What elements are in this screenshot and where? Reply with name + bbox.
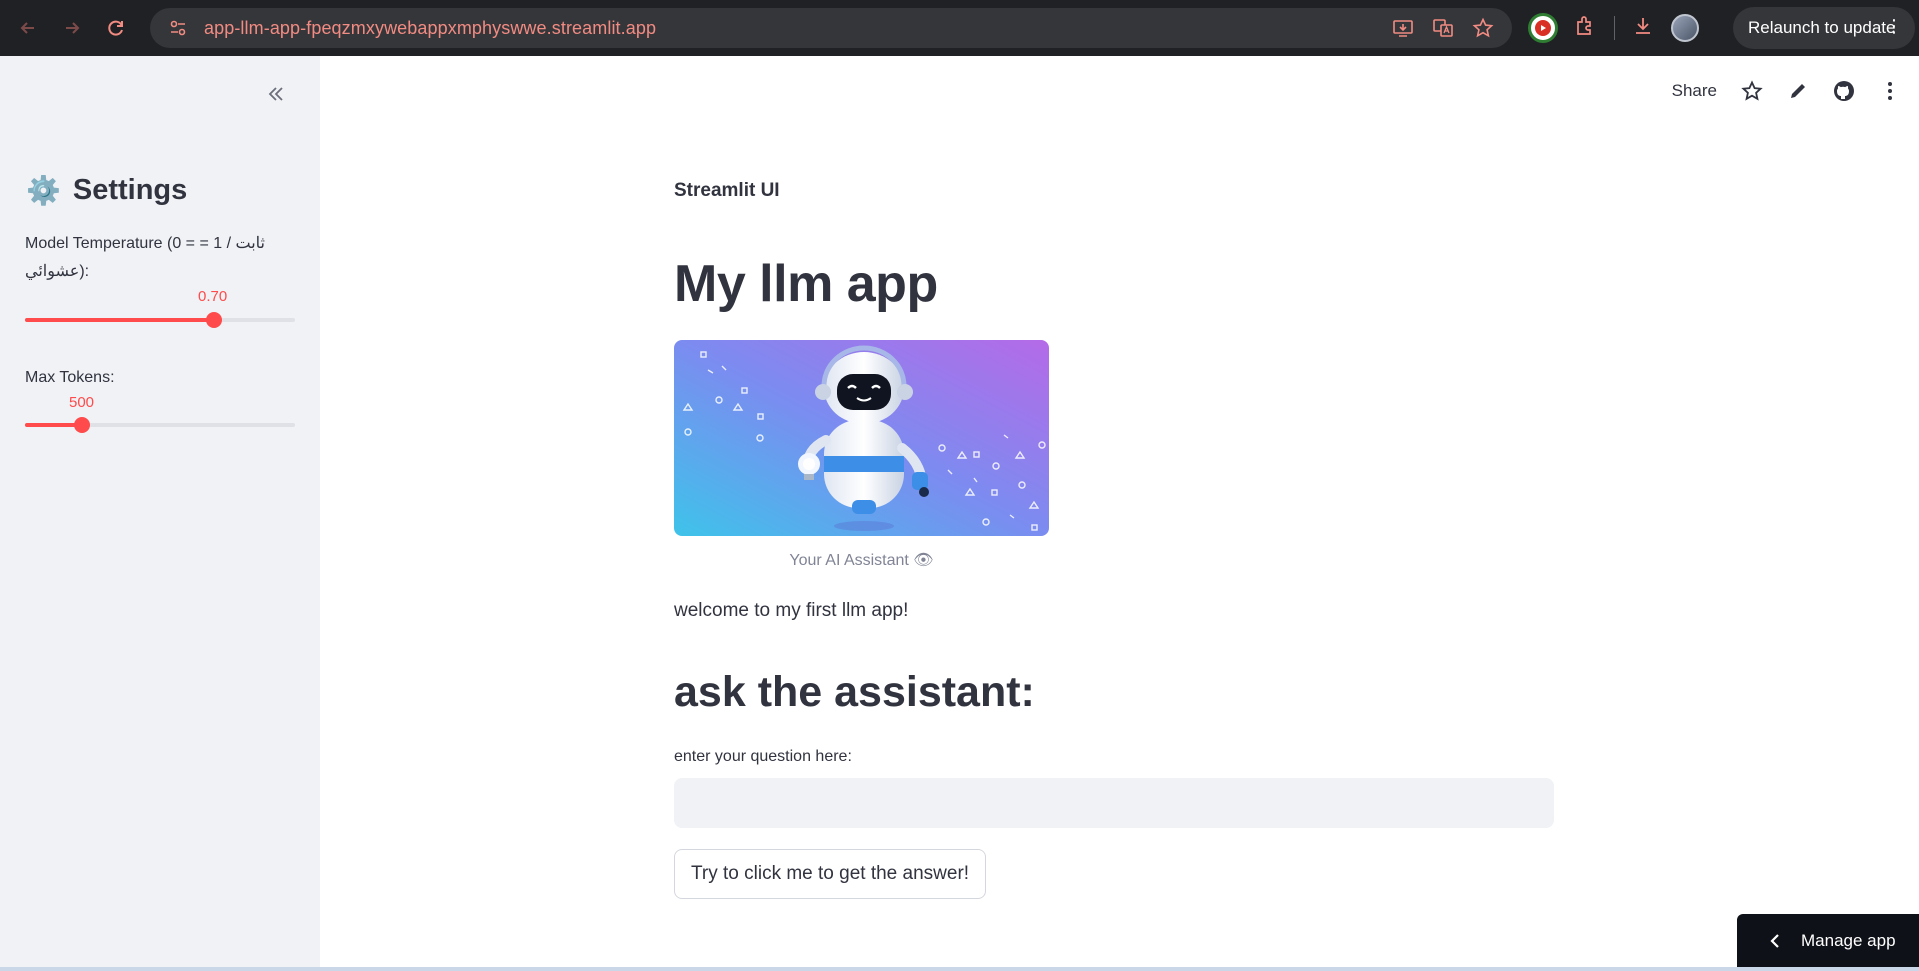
star-icon[interactable] (1741, 80, 1763, 102)
assistant-robot-image (674, 340, 1049, 536)
max-tokens-value: 500 (69, 394, 95, 411)
more-vert-icon[interactable]: ⋮ (1885, 17, 1903, 37)
page-title: My llm app (674, 255, 938, 313)
question-input[interactable] (674, 778, 1554, 828)
collapse-sidebar-button[interactable] (260, 78, 292, 110)
sidebar: ⚙️ Settings Model Temperature (0 = = 1 /… (0, 56, 320, 967)
extension-record-icon[interactable] (1528, 13, 1558, 43)
arrow-right-icon (66, 22, 80, 34)
reload-button[interactable] (94, 8, 138, 48)
get-answer-button[interactable]: Try to click me to get the answer! (674, 849, 987, 899)
relaunch-button[interactable]: Relaunch to update ⋮ (1733, 7, 1915, 49)
sidebar-title: ⚙️ Settings (26, 174, 187, 207)
sidebar-title-text: Settings (72, 174, 188, 206)
temperature-slider-thumb[interactable] (206, 312, 222, 328)
more-vert-icon[interactable] (1879, 80, 1901, 102)
section-heading: ask the assistant: (674, 668, 1035, 716)
translate-icon[interactable] (1430, 15, 1456, 41)
welcome-text: welcome to my first llm app! (674, 600, 909, 621)
install-app-icon[interactable] (1390, 15, 1416, 41)
max-tokens-label: Max Tokens: (25, 369, 115, 386)
url-text[interactable]: app-llm-app-fpeqzmxywebappxmphyswwe.stre… (204, 18, 656, 39)
edit-icon[interactable] (1787, 80, 1809, 102)
browser-toolbar: app-llm-app-fpeqzmxywebappxmphyswwe.stre… (0, 0, 1919, 56)
temperature-label: Model Temperature (0 = = 1 / ثابت عشوائي… (25, 235, 265, 280)
app-toolbar: Share (1672, 80, 1901, 102)
back-button[interactable] (6, 8, 50, 48)
forward-button[interactable] (50, 8, 94, 48)
question-input-label: enter your question here: (674, 748, 852, 765)
gear-icon: ⚙️ (26, 173, 61, 207)
toolbar-divider (1614, 16, 1615, 40)
manage-app-button[interactable]: Manage app (1737, 914, 1919, 967)
arrow-left-icon (20, 22, 34, 34)
profile-avatar[interactable] (1671, 14, 1699, 42)
reload-icon (108, 20, 123, 36)
manage-app-label: Manage app (1801, 930, 1896, 950)
extensions-puzzle-icon[interactable] (1574, 14, 1598, 42)
image-caption: Your AI Assistant 👁 (789, 552, 934, 569)
site-info-icon[interactable] (158, 8, 198, 48)
share-button[interactable]: Share (1672, 81, 1717, 101)
temperature-slider[interactable] (25, 312, 295, 328)
max-tokens-slider[interactable] (25, 417, 295, 433)
temperature-value: 0.70 (198, 288, 228, 305)
window-bottom-border (0, 967, 1919, 971)
github-icon[interactable] (1833, 80, 1855, 102)
download-icon[interactable] (1631, 14, 1655, 42)
temperature-slider-fill (25, 318, 214, 322)
double-chevron-left-icon (268, 87, 283, 101)
relaunch-label: Relaunch to update (1748, 18, 1896, 37)
chevron-left-icon (1767, 933, 1783, 949)
max-tokens-slider-thumb[interactable] (73, 417, 90, 433)
address-bar[interactable]: app-llm-app-fpeqzmxywebappxmphyswwe.stre… (150, 8, 1512, 48)
bookmark-star-icon[interactable] (1470, 15, 1496, 41)
brand-heading: Streamlit UI (674, 180, 780, 201)
